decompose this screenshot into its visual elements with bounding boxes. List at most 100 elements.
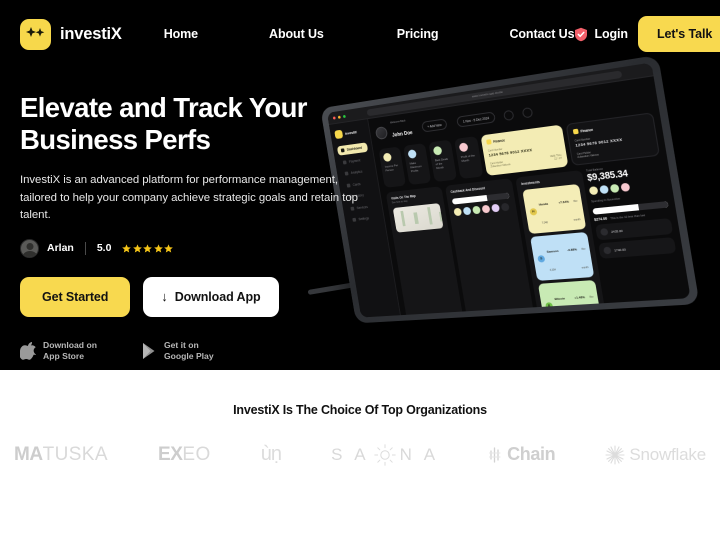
coin-icon: S: [537, 254, 546, 263]
kpi-label: Make Maximum Profits: [409, 160, 422, 174]
investment-pct: -3.88%: [566, 247, 578, 253]
snowflake-logo: Snowflake: [605, 445, 706, 465]
transaction-pill[interactable]: 1740.00: [598, 237, 677, 259]
sun-burst-icon: [373, 443, 396, 466]
cta-row: Get Started ↓ Download App: [20, 276, 364, 317]
tablet-screen: www.investix-app.studio investiX Dashboa…: [326, 62, 691, 318]
search-icon[interactable]: [521, 106, 534, 118]
un-logo: ùṇ: [260, 443, 282, 466]
kpi-label: Profit of the Month: [460, 153, 476, 163]
sparkle-logo-icon: [20, 18, 51, 50]
nav-link-contact-us[interactable]: Contact Us: [509, 21, 574, 47]
nav-link-about-us[interactable]: About Us: [269, 21, 324, 47]
investment-note: Per month: [573, 199, 581, 222]
nav-actions: Login Let's Talk: [574, 16, 720, 52]
kpi-label: Income Per Person: [384, 163, 399, 173]
google-play-text: Get it on Google Play: [164, 340, 214, 363]
investment-pct: +1.48%: [574, 295, 586, 300]
download-arrow-icon: ↓: [161, 289, 168, 304]
nav-link-pricing[interactable]: Pricing: [397, 21, 439, 47]
investment-item[interactable]: B Bitcoin 5,128 +1.48% Per month: [537, 279, 603, 316]
spending-value: $274.00: [593, 216, 608, 222]
saona-logo: S A N A: [331, 443, 439, 466]
kpi-card[interactable]: Best Deals of the Month: [428, 139, 458, 183]
apple-icon: [20, 342, 36, 360]
app-store-line2: App Store: [43, 351, 85, 361]
brand-logo[interactable]: investiX: [20, 18, 122, 50]
avatar-more[interactable]: [500, 202, 510, 212]
organizations-logos: MATUSKA EXEO ùṇ S A N A Chain Snowflake: [0, 443, 720, 466]
kpi-card[interactable]: Income Per Person: [378, 146, 407, 188]
card-title: Finance: [580, 127, 594, 133]
login-button[interactable]: Login: [574, 27, 628, 42]
organizations-section: InvestiX Is The Choice Of Top Organizati…: [0, 370, 720, 540]
avatar: [588, 186, 599, 196]
hero-title: Elevate and Track Your Business Perfs: [20, 92, 308, 155]
date-range-chip[interactable]: 1 Nov - 5 Dec 2024: [456, 111, 496, 128]
filter-icon[interactable]: [502, 109, 515, 121]
finance-card-dark[interactable]: Finance Card Number 1234 5678 9012 XXXX …: [565, 112, 661, 166]
investment-name: Bitcoin: [554, 296, 566, 302]
avatar: [20, 238, 39, 258]
kpi-icon: [382, 152, 393, 163]
user-avatar: [374, 126, 389, 140]
transaction-value: 2435.00: [610, 228, 623, 234]
store-badges: Download on App Store Get it on Google P…: [20, 340, 364, 363]
user-name: John Doe: [391, 130, 414, 139]
app-store-text: Download on App Store: [43, 340, 97, 363]
snowflake-icon: [605, 444, 625, 465]
google-play-line2: Google Play: [163, 351, 214, 361]
investment-item[interactable]: H Handa 7,040 +7.64% Per month: [522, 183, 587, 235]
un-text: ùṇ: [260, 443, 282, 465]
investment-item[interactable]: S Samson 4,334 -3.88% Per month: [530, 231, 595, 281]
download-app-label: Download App: [174, 289, 261, 304]
organizations-title: InvestiX Is The Choice Of Top Organizati…: [233, 403, 487, 417]
exeo-bold: EX: [158, 443, 183, 465]
app-store-badge[interactable]: Download on App Store: [20, 340, 97, 363]
investment-amount: 7,040: [541, 221, 549, 225]
avatar: [481, 204, 491, 214]
saona-pre: S A: [331, 444, 370, 464]
transaction-pill[interactable]: 2435.00: [595, 218, 674, 241]
avatar: [472, 205, 481, 215]
url-text: www.investix-app.studio: [471, 89, 504, 99]
avatar: [462, 206, 472, 216]
cashback-title: Cashback And Discount: [450, 186, 486, 194]
shield-check-icon: [575, 27, 588, 41]
exeo-rest: EO: [182, 443, 211, 465]
landing-page: investiX Home About Us Pricing Contact U…: [0, 0, 720, 540]
tablet-device: www.investix-app.studio investiX Dashboa…: [320, 54, 700, 324]
kpi-icon: [407, 149, 417, 159]
card-brand-icon: [486, 139, 492, 145]
kpi-card[interactable]: Make Maximum Profits: [403, 143, 432, 186]
finance-card-light[interactable]: Finance Card Number 1234 5678 9012 XXXX …: [480, 124, 569, 176]
nav-link-home[interactable]: Home: [164, 21, 198, 47]
exeo-logo: EXEO: [158, 444, 211, 466]
chain-bars-icon: [489, 446, 501, 463]
transaction-value: 1740.00: [613, 246, 627, 253]
matuska-rest: TUSKA: [42, 443, 108, 465]
kpi-label: Best Deals of the Month: [434, 156, 449, 171]
transaction-icon: [599, 228, 609, 236]
download-app-button[interactable]: ↓ Download App: [143, 276, 279, 317]
investment-amount: 4,334: [549, 268, 557, 272]
map-image[interactable]: [392, 203, 444, 233]
hero-subtitle: InvestiX is an advanced platform for per…: [20, 174, 358, 221]
hero-content: Elevate and Track Your Business Perfs In…: [20, 92, 364, 363]
coin-icon: H: [529, 207, 538, 216]
add-new-button[interactable]: + Add New: [420, 118, 448, 133]
lets-talk-button[interactable]: Let's Talk: [637, 16, 720, 52]
kpi-card[interactable]: Profit of the Month: [454, 136, 484, 179]
get-started-button[interactable]: Get Started: [20, 276, 131, 317]
google-play-badge[interactable]: Get it on Google Play: [141, 340, 214, 363]
investment-name: Handa: [538, 201, 549, 207]
avatar: [609, 183, 620, 194]
avatar: [620, 182, 631, 192]
nav-links: Home About Us Pricing Contact Us: [154, 21, 575, 47]
star-icon: [154, 243, 163, 253]
chain-logo: Chain: [489, 444, 556, 465]
welcome-label: Welcome Back: [389, 119, 406, 125]
rating-row: Arlan 5.0: [20, 238, 364, 258]
matuska-bold: MA: [14, 443, 43, 465]
kpi-icon: [432, 145, 443, 156]
